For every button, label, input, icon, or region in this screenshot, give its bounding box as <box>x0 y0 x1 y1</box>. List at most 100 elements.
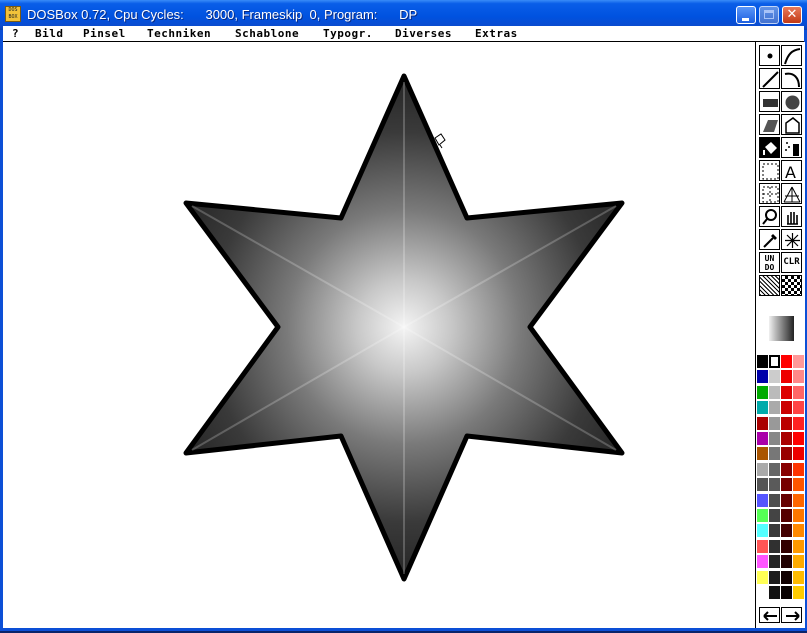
palette-swatch[interactable] <box>769 462 780 476</box>
eyedropper-tool[interactable] <box>759 229 780 250</box>
palette-swatch[interactable] <box>781 555 792 569</box>
palette-swatch[interactable] <box>757 385 768 399</box>
palette-swatch[interactable] <box>793 385 804 399</box>
palette-swatch[interactable] <box>793 539 804 553</box>
freehand-tool[interactable] <box>781 45 802 66</box>
fill-bucket-tool[interactable] <box>759 137 780 158</box>
brush-select-tool[interactable] <box>759 160 780 181</box>
magnify-tool[interactable] <box>759 206 780 227</box>
palette-swatch[interactable] <box>781 432 792 445</box>
grid-tool[interactable] <box>759 183 780 204</box>
dosbox-icon[interactable]: DOS BOX <box>5 6 21 22</box>
menu-extras[interactable]: Extras <box>475 26 518 41</box>
menu-pinsel[interactable]: Pinsel <box>83 26 126 41</box>
palette-swatch[interactable] <box>769 586 780 599</box>
palette-swatch[interactable] <box>769 478 780 492</box>
line-tool[interactable] <box>759 68 780 89</box>
pattern-tool[interactable] <box>759 275 780 296</box>
palette-prev-button[interactable] <box>759 607 780 623</box>
text-tool[interactable]: A <box>781 160 802 182</box>
palette-swatch[interactable] <box>781 447 792 461</box>
palette-swatch[interactable] <box>793 524 804 538</box>
palette-swatch[interactable] <box>757 355 768 368</box>
airbrush-tool[interactable] <box>781 137 802 158</box>
palette-swatch[interactable] <box>769 493 780 507</box>
palette-swatch[interactable] <box>793 509 804 522</box>
palette-swatch[interactable] <box>793 370 804 384</box>
circle-tool[interactable] <box>781 91 802 112</box>
palette-swatch[interactable] <box>793 447 804 461</box>
palette-swatch[interactable] <box>757 555 768 569</box>
palette-swatch[interactable] <box>793 493 804 507</box>
minimize-button[interactable] <box>736 6 756 24</box>
palette-swatch[interactable] <box>757 570 768 584</box>
palette-swatch[interactable] <box>769 524 780 538</box>
palette-swatch[interactable] <box>769 355 780 368</box>
clear-button[interactable]: CLR <box>781 252 802 273</box>
checker-tool[interactable] <box>781 275 802 296</box>
palette-swatch[interactable] <box>781 570 792 584</box>
polygon-fill-tool[interactable] <box>759 114 780 135</box>
palette-swatch[interactable] <box>781 370 792 384</box>
palette-swatch[interactable] <box>793 355 804 368</box>
close-button[interactable]: ✕ <box>782 6 802 24</box>
palette-swatch[interactable] <box>769 370 780 384</box>
palette-swatch[interactable] <box>757 478 768 492</box>
palette-swatch[interactable] <box>757 524 768 538</box>
menu-techniken[interactable]: Techniken <box>147 26 211 41</box>
dot-brush-tool[interactable] <box>759 45 780 66</box>
palette-swatch[interactable] <box>793 416 804 430</box>
symmetry-tool[interactable] <box>781 229 802 250</box>
palette-swatch[interactable] <box>757 462 768 476</box>
curve-tool[interactable] <box>781 68 802 89</box>
rectangle-tool[interactable] <box>759 91 780 112</box>
palette-swatch[interactable] <box>757 539 768 553</box>
undo-button[interactable]: UNDO <box>759 252 780 273</box>
palette-swatch[interactable] <box>781 355 792 368</box>
menu-typogr[interactable]: Typogr. <box>323 26 373 41</box>
palette-swatch[interactable] <box>793 586 804 599</box>
polygon-tool[interactable] <box>781 114 802 135</box>
palette-swatch[interactable] <box>757 493 768 507</box>
palette-swatch[interactable] <box>781 586 792 599</box>
palette-swatch[interactable] <box>769 509 780 522</box>
palette-swatch[interactable] <box>781 478 792 492</box>
palette-swatch[interactable] <box>781 524 792 538</box>
menu-bild[interactable]: Bild <box>35 26 64 41</box>
palette-swatch[interactable] <box>781 385 792 399</box>
drawing-canvas[interactable] <box>3 42 755 628</box>
palette-swatch[interactable] <box>793 570 804 584</box>
palette-swatch[interactable] <box>769 401 780 415</box>
palette-swatch[interactable] <box>781 416 792 430</box>
palette-swatch[interactable] <box>769 555 780 569</box>
palette-swatch[interactable] <box>757 416 768 430</box>
palette-next-button[interactable] <box>781 607 802 623</box>
palette-swatch[interactable] <box>757 370 768 384</box>
menu-diverses[interactable]: Diverses <box>395 26 452 41</box>
palette-swatch[interactable] <box>793 478 804 492</box>
palette-swatch[interactable] <box>793 462 804 476</box>
palette-swatch[interactable] <box>757 401 768 415</box>
palette-swatch[interactable] <box>757 447 768 461</box>
palette-swatch[interactable] <box>793 555 804 569</box>
perspective-tool[interactable] <box>781 183 802 204</box>
palette-swatch[interactable] <box>757 586 768 599</box>
palette-swatch[interactable] <box>769 432 780 445</box>
palette-swatch[interactable] <box>757 509 768 522</box>
palette-swatch[interactable] <box>781 509 792 522</box>
gradient-swatch-icon[interactable] <box>769 316 794 341</box>
palette-swatch[interactable] <box>781 462 792 476</box>
palette-swatch[interactable] <box>769 539 780 553</box>
hand-tool[interactable] <box>781 206 802 227</box>
maximize-button[interactable] <box>759 6 779 24</box>
palette-swatch[interactable] <box>781 493 792 507</box>
palette-swatch[interactable] <box>769 385 780 399</box>
palette-swatch[interactable] <box>769 416 780 430</box>
menu-help[interactable]: ? <box>12 26 19 41</box>
palette-swatch[interactable] <box>793 432 804 445</box>
palette-swatch[interactable] <box>781 539 792 553</box>
palette-swatch[interactable] <box>769 447 780 461</box>
palette-swatch[interactable] <box>793 401 804 415</box>
palette-swatch[interactable] <box>781 401 792 415</box>
palette-swatch[interactable] <box>769 570 780 584</box>
